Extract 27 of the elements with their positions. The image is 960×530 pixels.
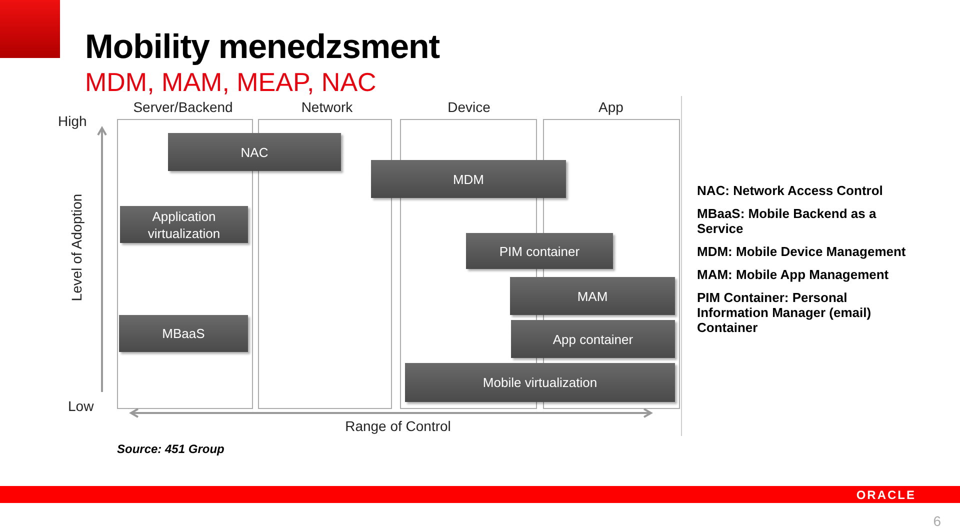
category-box: MBaaS [119, 315, 248, 352]
column-header: App [598, 98, 624, 117]
source-note: Source: 451 Group [117, 441, 224, 458]
legend-entry: MBaaS: Mobile Backend as a Service [697, 206, 878, 236]
legend-entry: MDM: Mobile Device Management [697, 244, 907, 259]
column-header: Device [448, 98, 490, 117]
category-box: App container [511, 320, 675, 358]
slide-title: Mobility menedzsment [85, 28, 441, 66]
legend-entry: MAM: Mobile App Management [697, 267, 890, 282]
category-box: Application virtualization [120, 206, 248, 243]
axis-label: Low [68, 397, 94, 416]
column-header: Server/Backend [133, 98, 233, 117]
category-box: MAM [510, 277, 675, 315]
oracle-logo: ORACLE [856, 488, 916, 502]
accent-block [0, 0, 60, 58]
axis-label: High [58, 112, 87, 131]
legend-entry: PIM Container: Personal Information Manager (email) Container [697, 290, 872, 335]
slide-subtitle: MDM, MAM, MEAP, NAC [85, 66, 378, 98]
page-number: 6 [933, 513, 941, 529]
axis-label: Level of Adoption [68, 192, 86, 304]
category-box: Mobile virtualization [405, 363, 675, 402]
category-box: PIM container [466, 233, 613, 269]
category-box: NAC [168, 133, 341, 171]
axis-label: Range of Control [345, 417, 451, 436]
category-box: MDM [371, 160, 566, 198]
column-header: Network [301, 98, 353, 117]
legend-entry: NAC: Network Access Control [697, 183, 884, 198]
